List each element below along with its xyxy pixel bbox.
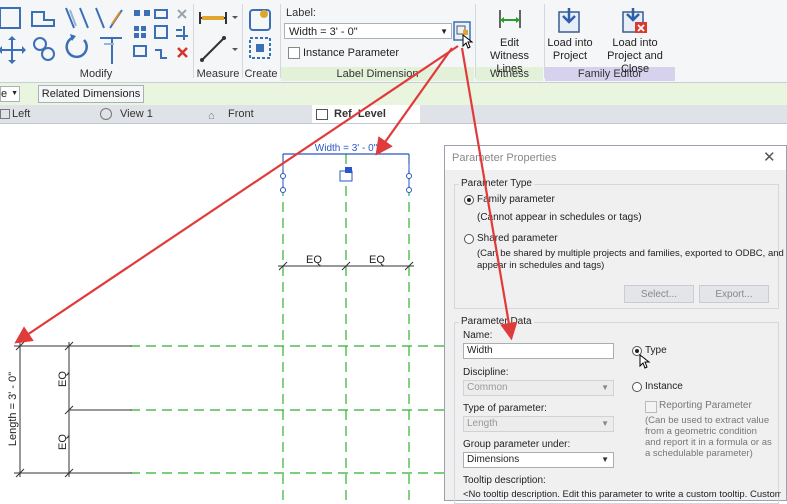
arrow-to-length-dimension <box>14 45 459 344</box>
arrow-to-name-field <box>460 47 518 341</box>
arrow-to-width-dimension <box>375 47 453 156</box>
red-arrows <box>14 45 518 344</box>
callout-arrows <box>14 45 518 344</box>
